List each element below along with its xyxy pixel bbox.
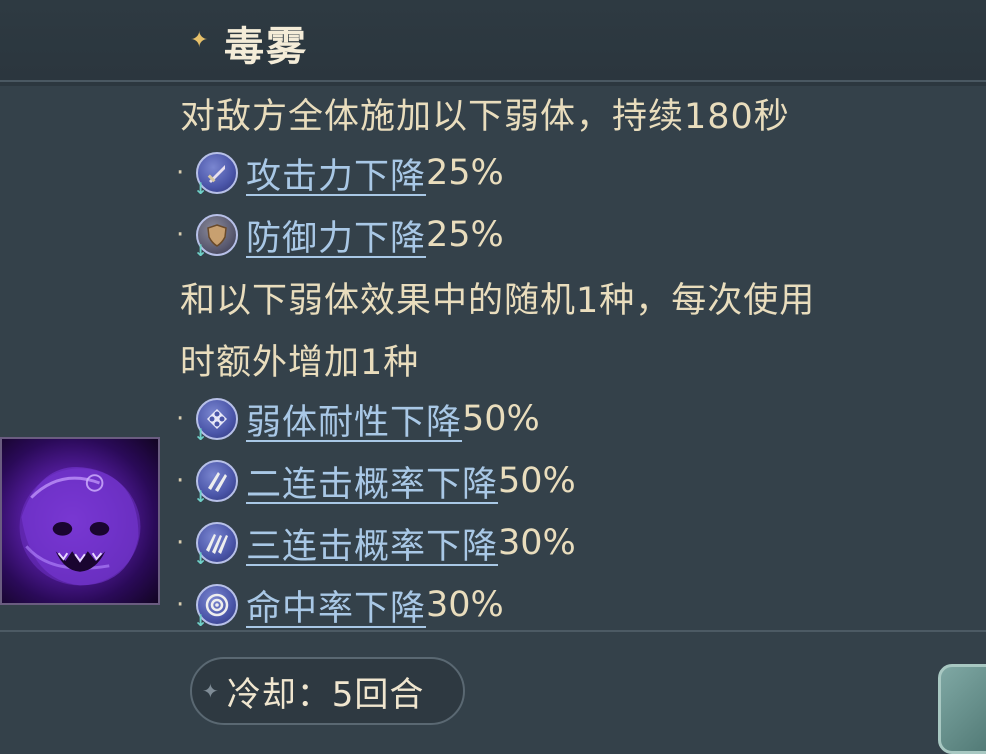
description-line: 时额外增加1种 (180, 343, 420, 383)
shield-down-icon: ↓ (194, 214, 238, 260)
cooldown-label: 冷却：5回合 (226, 674, 425, 715)
double-strike-down-icon: ↓ (194, 460, 238, 506)
triple-strike-down-icon: ↓ (194, 522, 238, 568)
list-item: · ↓ 弱体耐性下降 50% (176, 394, 540, 444)
debuff-resist-down-icon: ↓ (194, 398, 238, 444)
list-item: · ↓ 命中率下降 30% (176, 580, 504, 630)
debuff-value: 25% (426, 153, 504, 193)
bullet: · (176, 404, 185, 434)
divider (0, 630, 986, 632)
cooldown-badge: ✦ 冷却：5回合 (190, 657, 465, 725)
bullet: · (176, 220, 185, 250)
accuracy-down-icon: ↓ (194, 584, 238, 630)
debuff-value: 30% (426, 585, 504, 625)
list-item: · ↓ 二连击概率下降 50% (176, 456, 576, 506)
list-item: · ↓ 防御力下降 25% (176, 210, 504, 260)
debuff-value: 50% (462, 399, 540, 439)
bullet: · (176, 528, 185, 558)
skill-header: ✦ 毒雾 (0, 0, 986, 86)
list-item: · ↓ 攻击力下降 25% (176, 148, 504, 198)
debuff-link-triple-strike[interactable]: 三连击概率下降 (246, 518, 498, 569)
sword-down-icon: ↓ (194, 152, 238, 198)
debuff-value: 30% (498, 523, 576, 563)
diamond-icon: ✦ (202, 679, 219, 703)
debuff-value: 25% (426, 215, 504, 255)
bullet: · (176, 590, 185, 620)
debuff-link-resist[interactable]: 弱体耐性下降 (246, 394, 462, 445)
debuff-link-accuracy[interactable]: 命中率下降 (246, 580, 426, 631)
description-line: 和以下弱体效果中的随机1种，每次使用 (180, 281, 816, 321)
list-item: · ↓ 三连击概率下降 30% (176, 518, 576, 568)
debuff-link-defense[interactable]: 防御力下降 (246, 210, 426, 261)
poison-mist-skill-icon (19, 466, 141, 586)
debuff-link-attack[interactable]: 攻击力下降 (246, 148, 426, 199)
skill-title: 毒雾 (224, 24, 308, 70)
corner-button[interactable] (938, 664, 986, 754)
description-line: 对敌方全体施加以下弱体，持续180秒 (180, 97, 790, 137)
bullet: · (176, 466, 185, 496)
debuff-value: 50% (498, 461, 576, 501)
debuff-link-double-strike[interactable]: 二连击概率下降 (246, 456, 498, 507)
bullet: · (176, 158, 185, 188)
skill-icon-portrait (0, 437, 160, 605)
star-icon: ✦ (190, 28, 209, 53)
